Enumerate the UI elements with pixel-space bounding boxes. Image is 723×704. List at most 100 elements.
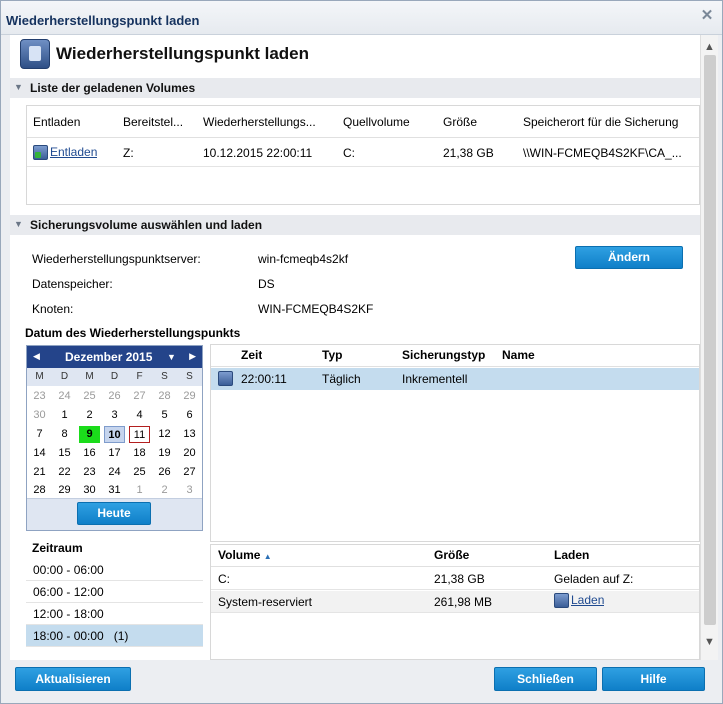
datastore-value: DS — [258, 277, 275, 291]
calendar-day[interactable]: 25 — [79, 388, 100, 405]
calendar-day[interactable]: 10 — [104, 426, 125, 443]
refresh-button[interactable]: Aktualisieren — [15, 667, 131, 691]
calendar-day[interactable]: 25 — [129, 464, 150, 481]
change-button[interactable]: Ändern — [575, 246, 683, 269]
calendar-day[interactable]: 28 — [29, 482, 50, 499]
load-action[interactable]: Laden — [554, 593, 604, 609]
col-recovery-point[interactable]: Wiederherstellungs... — [203, 106, 337, 138]
table-row[interactable]: System-reserviert 261,98 MB Laden — [211, 591, 699, 613]
calendar-day[interactable]: 24 — [54, 388, 75, 405]
calendar-day[interactable]: 28 — [154, 388, 175, 405]
type-value: Täglich — [322, 372, 361, 386]
close-button[interactable]: Schließen — [494, 667, 597, 691]
calendar-day[interactable]: 12 — [154, 426, 175, 443]
weekday: D — [110, 371, 119, 382]
node-value: WIN-FCMEQB4S2KF — [258, 302, 374, 316]
calendar-day[interactable]: 2 — [154, 482, 175, 499]
col-mount-point[interactable]: Bereitstel... — [123, 106, 195, 138]
today-button[interactable]: Heute — [77, 502, 151, 525]
calendar-day[interactable]: 23 — [29, 388, 50, 405]
backup-location-value: \\WIN-FCMEQB4S2KF\CA_... — [523, 146, 682, 160]
scroll-thumb[interactable] — [704, 55, 716, 625]
collapse-triangle-icon[interactable]: ▼ — [14, 82, 23, 92]
calendar-day[interactable]: 13 — [179, 426, 200, 443]
col-load[interactable]: Laden — [554, 545, 589, 565]
col-volume[interactable]: Volume ▲ — [218, 545, 272, 565]
close-icon[interactable]: ✕ — [699, 8, 715, 24]
calendar-day[interactable]: 20 — [179, 445, 200, 462]
calendar-day[interactable]: 30 — [79, 482, 100, 499]
calendar-day[interactable]: 27 — [179, 464, 200, 481]
col-time[interactable]: Zeit — [241, 345, 262, 365]
col-type[interactable]: Typ — [322, 345, 342, 365]
unmount-action[interactable]: Entladen — [33, 145, 97, 161]
col-backup-location[interactable]: Speicherort für die Sicherung — [523, 106, 699, 138]
size-value: 21,38 GB — [443, 146, 494, 160]
datastore-label: Datenspeicher: — [32, 277, 113, 291]
calendar-day[interactable]: 11 — [129, 426, 150, 443]
unmount-link[interactable]: Entladen — [50, 145, 97, 159]
table-header: Entladen Bereitstel... Wiederherstellung… — [27, 106, 699, 138]
calendar-day[interactable]: 2 — [79, 407, 100, 424]
calendar-day[interactable]: 22 — [54, 464, 75, 481]
section-title: Sicherungsvolume auswählen und laden — [30, 218, 263, 232]
calendar-day[interactable]: 3 — [104, 407, 125, 424]
calendar-day[interactable]: 8 — [54, 426, 75, 443]
calendar-day[interactable]: 26 — [154, 464, 175, 481]
timerange-item-selected[interactable]: 18:00 - 00:00 (1) — [26, 625, 203, 647]
mount-point-value: Z: — [123, 146, 134, 160]
col-source-volume[interactable]: Quellvolume — [343, 106, 439, 138]
calendar-day[interactable]: 6 — [179, 407, 200, 424]
weekday: M — [35, 371, 44, 382]
scroll-down-icon[interactable]: ▼ — [704, 636, 715, 648]
section-select-volume-header[interactable]: ▼ Sicherungsvolume auswählen und laden — [10, 215, 700, 235]
prev-month-icon[interactable]: ◀ — [33, 351, 40, 362]
calendar-day[interactable]: 16 — [79, 445, 100, 462]
calendar-day[interactable]: 29 — [179, 388, 200, 405]
next-month-icon[interactable]: ▶ — [189, 351, 196, 362]
section-mounted-volumes-header[interactable]: ▼ Liste der geladenen Volumes — [10, 78, 700, 98]
table-row[interactable]: 22:00:11 Täglich Inkrementell — [211, 368, 699, 390]
table-row[interactable]: C: 21,38 GB Geladen auf Z: — [211, 568, 699, 590]
calendar-day[interactable]: 9 — [79, 426, 100, 443]
calendar-day[interactable]: 23 — [79, 464, 100, 481]
timerange-title: Zeitraum — [32, 541, 83, 555]
calendar-day[interactable]: 30 — [29, 407, 50, 424]
timerange-item[interactable]: 12:00 - 18:00 — [26, 603, 203, 625]
calendar-day[interactable]: 27 — [129, 388, 150, 405]
col-backup-type[interactable]: Sicherungstyp — [402, 345, 485, 365]
col-size[interactable]: Größe — [434, 545, 469, 565]
calendar-day[interactable]: 14 — [29, 445, 50, 462]
calendar-day[interactable]: 3 — [179, 482, 200, 499]
calendar-day[interactable]: 19 — [154, 445, 175, 462]
calendar-day[interactable]: 24 — [104, 464, 125, 481]
calendar-day[interactable]: 4 — [129, 407, 150, 424]
month-dropdown-icon[interactable]: ▼ — [167, 352, 176, 362]
collapse-triangle-icon[interactable]: ▼ — [14, 219, 23, 229]
calendar-day[interactable]: 21 — [29, 464, 50, 481]
calendar-day[interactable]: 15 — [54, 445, 75, 462]
calendar-day[interactable]: 7 — [29, 426, 50, 443]
help-button[interactable]: Hilfe — [602, 667, 705, 691]
calendar-day[interactable]: 1 — [54, 407, 75, 424]
col-name[interactable]: Name — [502, 345, 535, 365]
calendar-day[interactable]: 18 — [129, 445, 150, 462]
table-header: Volume ▲ Größe Laden — [211, 545, 699, 567]
calendar-day[interactable]: 17 — [104, 445, 125, 462]
calendar-day[interactable]: 1 — [129, 482, 150, 499]
scroll-up-icon[interactable]: ▲ — [704, 41, 715, 53]
col-size[interactable]: Größe — [443, 106, 519, 138]
load-link[interactable]: Laden — [571, 593, 604, 607]
timerange-item[interactable]: 00:00 - 06:00 — [26, 559, 203, 581]
calendar-day[interactable]: 29 — [54, 482, 75, 499]
server-label: Wiederherstellungspunktserver: — [32, 252, 201, 266]
col-unmount[interactable]: Entladen — [33, 106, 118, 138]
calendar-month[interactable]: Dezember 2015 — [65, 350, 152, 364]
timerange-item[interactable]: 06:00 - 12:00 — [26, 581, 203, 603]
weekday: F — [136, 371, 143, 382]
calendar-day[interactable]: 5 — [154, 407, 175, 424]
calendar-day[interactable]: 31 — [104, 482, 125, 499]
date-picker: ◀ Dezember 2015 ▼ ▶ M D M D F S S 23 24 25… — [26, 345, 203, 531]
vertical-scrollbar[interactable]: ▲ ▼ — [700, 35, 718, 660]
calendar-day[interactable]: 26 — [104, 388, 125, 405]
